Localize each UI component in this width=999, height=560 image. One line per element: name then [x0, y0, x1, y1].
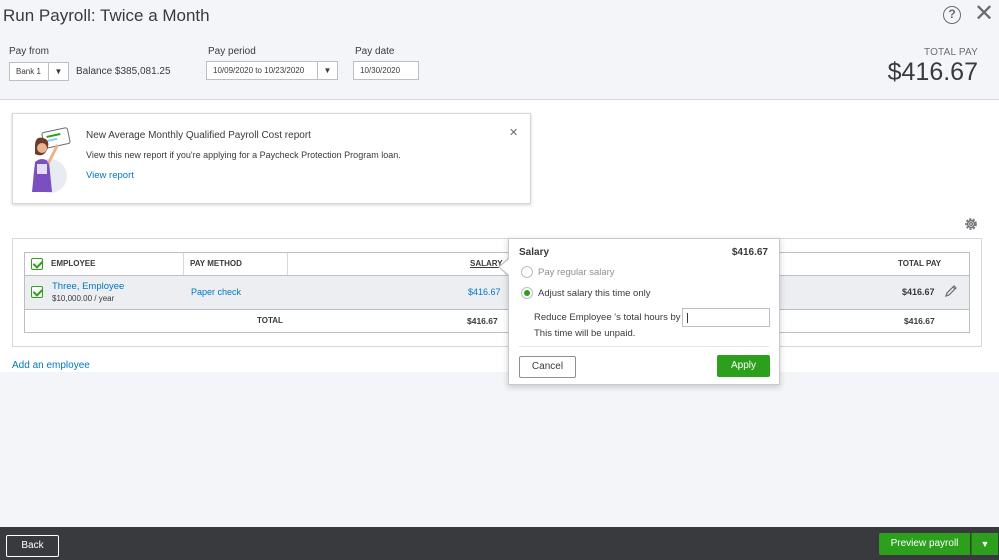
- preview-payroll-button[interactable]: Preview payroll: [879, 533, 970, 555]
- salary-amount-link[interactable]: $416.67: [468, 287, 501, 297]
- total-label: TOTAL: [257, 316, 283, 325]
- pay-date-input[interactable]: 10/30/2020: [353, 61, 419, 80]
- pay-period-value: 10/09/2020 to 10/23/2020: [213, 66, 305, 75]
- unpaid-note: This time will be unpaid.: [534, 328, 636, 339]
- view-report-link[interactable]: View report: [86, 170, 134, 181]
- notice-title: New Average Monthly Qualified Payroll Co…: [86, 130, 311, 141]
- hours-input[interactable]: [682, 308, 770, 327]
- col-pay-method[interactable]: PAY METHOD: [190, 253, 242, 275]
- close-icon[interactable]: ✕: [509, 126, 518, 139]
- chevron-down-icon[interactable]: ▼: [971, 533, 998, 555]
- regular-salary-label[interactable]: Pay regular salary: [538, 267, 615, 278]
- apply-button[interactable]: Apply: [717, 355, 770, 377]
- table-totals-row: TOTAL $416.67 $416.67: [24, 309, 970, 333]
- payroll-header: Run Payroll: Twice a Month ? ✕ Pay from …: [0, 0, 999, 100]
- total-pay-label: TOTAL PAY: [923, 47, 978, 58]
- divider: [287, 253, 288, 275]
- pay-period-label: Pay period: [208, 46, 256, 57]
- popover-arrow-fill: [500, 259, 509, 275]
- help-icon[interactable]: ?: [943, 6, 961, 24]
- page-title: Run Payroll: Twice a Month: [3, 6, 210, 25]
- reduce-hours-label: Reduce Employee 's total hours by: [534, 312, 681, 323]
- regular-salary-radio[interactable]: [521, 266, 533, 278]
- row-total-pay: $416.67: [902, 287, 935, 297]
- balance-text: Balance $385,081.25: [76, 66, 171, 77]
- close-icon[interactable]: ✕: [974, 2, 994, 26]
- chevron-down-icon[interactable]: ▼: [48, 63, 68, 80]
- total-salary: $416.67: [467, 316, 498, 326]
- popover-amount: $416.67: [731, 247, 768, 258]
- total-pay-amount: $416.67: [887, 58, 978, 86]
- pencil-icon[interactable]: [944, 284, 958, 298]
- table-row[interactable]: Three, Employee $10,000.00 / year Paper …: [24, 276, 970, 309]
- chevron-down-icon[interactable]: ▼: [317, 62, 337, 79]
- pay-from-label: Pay from: [9, 46, 50, 57]
- adjust-salary-label[interactable]: Adjust salary this time only: [538, 288, 650, 299]
- employee-salary-rate: $10,000.00 / year: [52, 294, 115, 303]
- pay-period-select[interactable]: 10/09/2020 to 10/23/2020 ▼: [206, 61, 338, 80]
- pay-date-label: Pay date: [355, 46, 395, 57]
- add-employee-link[interactable]: Add an employee: [12, 360, 90, 371]
- report-notice: New Average Monthly Qualified Payroll Co…: [12, 113, 531, 204]
- pay-from-select[interactable]: Bank 1 ▼: [9, 62, 69, 81]
- cancel-button[interactable]: Cancel: [519, 356, 576, 378]
- divider: [519, 346, 769, 347]
- pay-method-link[interactable]: Paper check: [191, 287, 241, 297]
- footer-bar: Back Preview payroll ▼: [0, 527, 999, 560]
- salary-popover: Salary $416.67 Pay regular salary Adjust…: [508, 238, 780, 385]
- col-employee[interactable]: EMPLOYEE: [51, 253, 95, 275]
- popover-title: Salary: [519, 247, 550, 258]
- col-total-pay[interactable]: TOTAL PAY: [898, 253, 941, 275]
- gear-icon[interactable]: [963, 216, 979, 232]
- pay-from-value: Bank 1: [16, 67, 41, 76]
- divider: [183, 253, 184, 275]
- illustration-icon: [32, 127, 71, 193]
- employee-name-link[interactable]: Three, Employee: [52, 281, 124, 292]
- table-header: EMPLOYEE PAY METHOD SALARY TOTAL PAY: [24, 252, 970, 276]
- total-total-pay: $416.67: [904, 316, 935, 326]
- adjust-salary-radio[interactable]: [521, 287, 533, 299]
- row-checkbox[interactable]: [31, 286, 43, 298]
- select-all-checkbox[interactable]: [31, 258, 43, 270]
- notice-body: View this new report if you're applying …: [86, 150, 401, 160]
- pay-date-value: 10/30/2020: [360, 66, 401, 75]
- back-button[interactable]: Back: [6, 535, 59, 557]
